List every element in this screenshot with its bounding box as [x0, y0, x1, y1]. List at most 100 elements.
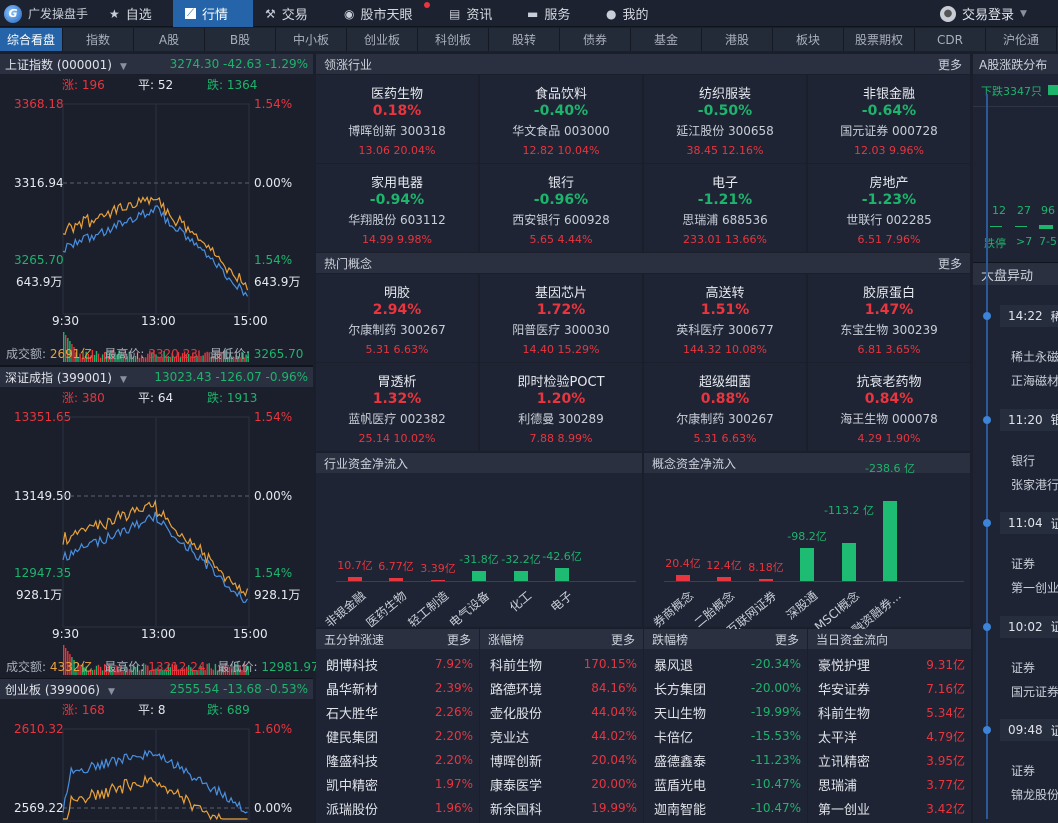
nav-tab-2[interactable]: ⚒ 交易 [253, 0, 331, 27]
list-row[interactable]: 华安证券 7.16亿 [808, 676, 971, 700]
down-count: 下跌3347只 [981, 85, 1042, 98]
list-row[interactable]: 博晖创新 20.04% [480, 748, 643, 772]
event-time-chip[interactable]: 11:04 证 [1000, 512, 1058, 534]
stock-name: 豪悦护理 [818, 658, 871, 674]
leading-tile[interactable]: 银行 -0.96% 西安银行 600928 5.65 4.44% [480, 164, 642, 252]
tile-name: 非银金融 [862, 87, 915, 102]
nav-tab-6[interactable]: ● 我的 [594, 0, 666, 27]
list-row[interactable]: 路德环境 84.16% [480, 676, 643, 700]
dist-label: 7-5 [1039, 235, 1057, 248]
list-row[interactable]: 科前生物 170.15% [480, 652, 643, 676]
leading-tile[interactable]: 房地产 -1.23% 世联行 002285 6.51 7.96% [808, 164, 970, 252]
subtab-14[interactable]: 沪伦通 [986, 28, 1057, 51]
list-row[interactable]: 科前生物 5.34亿 [808, 700, 971, 724]
list-row[interactable]: 天山生物 -19.99% [644, 700, 807, 724]
concepts-tile[interactable]: 即时检验POCT 1.20% 利德曼 300289 7.88 8.99% [480, 363, 642, 451]
index-name[interactable]: 创业板 (399006) ▼ [5, 681, 115, 698]
index-name[interactable]: 深证成指 (399001) ▼ [5, 369, 127, 386]
list-row[interactable]: 隆盛科技 2.20% [316, 748, 479, 772]
leading-tile[interactable]: 家用电器 -0.94% 华翔股份 603112 14.99 9.98% [316, 164, 478, 252]
nav-tab-0[interactable]: ★ 自选 [97, 0, 173, 27]
leading-tile[interactable]: 食品饮料 -0.40% 华文食品 003000 12.82 10.04% [480, 75, 642, 163]
leading-tile[interactable]: 医药生物 0.18% 博晖创新 300318 13.06 20.04% [316, 75, 478, 163]
nav-tab-4[interactable]: ▤ 资讯 [437, 0, 515, 27]
list-row[interactable]: 迦南智能 -10.47% [644, 796, 807, 820]
list-row[interactable]: 健民集团 2.20% [316, 724, 479, 748]
subtab-13[interactable]: CDR [915, 28, 986, 51]
concepts-tile[interactable]: 胶原蛋白 1.47% 东宝生物 300239 6.81 3.65% [808, 274, 970, 362]
subtab-11[interactable]: 板块 [773, 28, 844, 51]
subtab-2[interactable]: A股 [134, 28, 205, 51]
subtab-7[interactable]: 股转 [489, 28, 560, 51]
list-row[interactable]: 暴风退 -20.34% [644, 652, 807, 676]
ranking-list: 跌幅榜 更多 暴风退 -20.34% 长方集团 -20.00% 天山生物 -19.99% 卡倍亿… [644, 629, 807, 823]
list-row[interactable]: 派瑞股份 1.96% [316, 796, 479, 820]
stock-value: 1.96% [434, 801, 473, 815]
subtab-12[interactable]: 股票期权 [844, 28, 915, 51]
event-time-chip[interactable]: 11:20 银 [1000, 408, 1058, 431]
stock-name: 长方集团 [654, 682, 707, 698]
list-row[interactable]: 康泰医学 20.00% [480, 772, 643, 796]
list-row[interactable]: 立讯精密 3.95亿 [808, 748, 971, 772]
concepts-tile[interactable]: 抗衰老药物 0.84% 海王生物 000078 4.29 1.90% [808, 363, 970, 451]
event-tag: 银 [1050, 413, 1058, 427]
index-header[interactable]: 上证指数 (000001) ▼ 3274.30 -42.63 -1.29% [0, 54, 313, 74]
more-link[interactable]: 更多 [938, 255, 962, 272]
tile-top-stock: 尔康制药 300267 [348, 323, 446, 337]
chart-icon: ⟋ [185, 8, 196, 19]
nav-tab-5[interactable]: ▬ 服务 [515, 0, 593, 27]
subtab-4[interactable]: 中小板 [276, 28, 347, 51]
concepts-tile[interactable]: 高送转 1.51% 英科医疗 300677 144.32 10.08% [644, 274, 806, 362]
list-row[interactable]: 盛德鑫泰 -11.23% [644, 748, 807, 772]
list-row[interactable]: 长方集团 -20.00% [644, 676, 807, 700]
list-row[interactable]: 卡倍亿 -15.53% [644, 724, 807, 748]
list-row[interactable]: 思瑞浦 3.77亿 [808, 772, 971, 796]
chevron-down-icon[interactable]: ▼ [120, 62, 127, 72]
event-time-chip[interactable]: 09:48 证 [1000, 719, 1058, 741]
concepts-tile[interactable]: 明胶 2.94% 尔康制药 300267 5.31 6.63% [316, 274, 478, 362]
subtab-10[interactable]: 港股 [702, 28, 773, 51]
login-button[interactable]: ● 交易登录 ▼ [940, 0, 1027, 27]
list-row[interactable]: 壶化股份 44.04% [480, 700, 643, 724]
list-row[interactable]: 凯中精密 1.97% [316, 772, 479, 796]
subtab-5[interactable]: 创业板 [347, 28, 418, 51]
list-row[interactable]: 豪悦护理 9.31亿 [808, 652, 971, 676]
subtab-9[interactable]: 基金 [631, 28, 702, 51]
subtab-8[interactable]: 债券 [560, 28, 631, 51]
list-row[interactable]: 石大胜华 2.26% [316, 700, 479, 724]
subtab-6[interactable]: 科创板 [418, 28, 489, 51]
list-row[interactable]: 新余国科 19.99% [480, 796, 643, 820]
subtab-3[interactable]: B股 [205, 28, 276, 51]
index-header[interactable]: 深证成指 (399001) ▼ 13023.43 -126.07 -0.96% [0, 367, 313, 387]
subtab-1[interactable]: 指数 [63, 28, 134, 51]
concepts-tile[interactable]: 胃透析 1.32% 蓝帆医疗 002382 25.14 10.02% [316, 363, 478, 451]
list-row[interactable]: 晶华新材 2.39% [316, 676, 479, 700]
leading-tile[interactable]: 纺织服装 -0.50% 延江股份 300658 38.45 12.16% [644, 75, 806, 163]
index-header[interactable]: 创业板 (399006) ▼ 2555.54 -13.68 -0.53% [0, 679, 313, 699]
leading-tile[interactable]: 非银金融 -0.64% 国元证券 000728 12.03 9.96% [808, 75, 970, 163]
concepts-tile[interactable]: 基因芯片 1.72% 阳普医疗 300030 14.40 15.29% [480, 274, 642, 362]
pct-zero: 0.00% [254, 801, 293, 815]
concepts-tile[interactable]: 超级细菌 0.88% 尔康制药 300267 5.31 6.63% [644, 363, 806, 451]
list-row[interactable]: 竞业达 44.02% [480, 724, 643, 748]
leading-tile[interactable]: 电子 -1.21% 思瑞浦 688536 233.01 13.66% [644, 164, 806, 252]
dist-label: >7 [1016, 235, 1033, 248]
list-row[interactable]: 朗博科技 7.92% [316, 652, 479, 676]
more-link[interactable]: 更多 [447, 631, 471, 648]
more-link[interactable]: 更多 [611, 631, 635, 648]
event-time-chip[interactable]: 10:02 证 [1000, 615, 1058, 638]
nav-tab-3[interactable]: ◉ 股市天眼 [332, 0, 436, 27]
subtab-0[interactable]: 综合看盘 [0, 28, 63, 51]
nav-tab-1[interactable]: ⟋ 行情 [173, 0, 253, 27]
list-row[interactable]: 太平洋 4.79亿 [808, 724, 971, 748]
event-time-chip[interactable]: 14:22 稀 [1000, 305, 1058, 327]
list-row[interactable]: 第一创业 3.42亿 [808, 796, 971, 820]
chevron-down-icon[interactable]: ▼ [120, 375, 127, 385]
more-link[interactable]: 更多 [938, 56, 962, 73]
day-low: 12981.97 [261, 660, 319, 674]
chevron-down-icon[interactable]: ▼ [108, 687, 115, 697]
more-link[interactable]: 更多 [775, 631, 799, 648]
index-quote: 3274.30 -42.63 -1.29% [169, 57, 308, 71]
index-name[interactable]: 上证指数 (000001) ▼ [5, 56, 127, 73]
list-row[interactable]: 蓝盾光电 -10.47% [644, 772, 807, 796]
